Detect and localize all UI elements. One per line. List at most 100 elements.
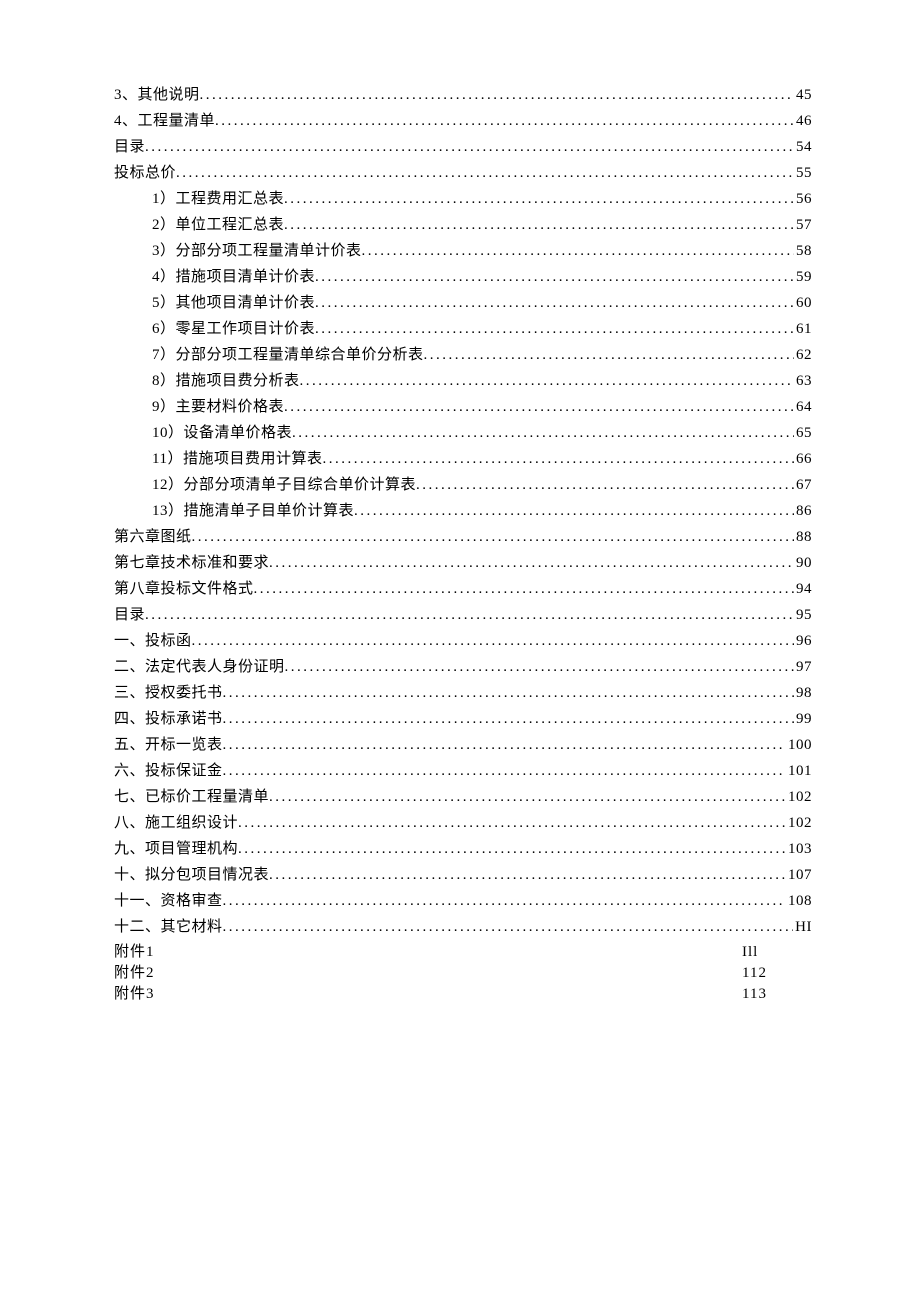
toc-entry: 11）措施项目费用计算表66: [114, 446, 812, 472]
toc-leader-dots: [416, 472, 794, 498]
toc-title: 目录: [114, 602, 145, 628]
attachments-block: 附件1Ill附件2 112附件3113: [114, 942, 812, 1005]
toc-leader-dots: [223, 732, 786, 758]
toc-leader-dots: [284, 186, 794, 212]
toc-title: 6）零星工作项目计价表: [152, 316, 315, 342]
toc-leader-dots: [315, 316, 794, 342]
toc-page-number: 60: [794, 290, 812, 316]
toc-entry: 3、其他说明 45: [114, 82, 812, 108]
toc-title: 三、授权委托书: [114, 680, 223, 706]
toc-page-number: 57: [794, 212, 812, 238]
toc-title: 七、已标价工程量清单: [114, 784, 269, 810]
toc-entry: 1）工程费用汇总表56: [114, 186, 812, 212]
toc-title: 9）主要材料价格表: [152, 394, 284, 420]
toc-leader-dots: [145, 602, 794, 628]
toc-leader-dots: [269, 862, 786, 888]
toc-title: 4）措施项目清单计价表: [152, 264, 315, 290]
toc-leader-dots: [223, 914, 794, 940]
toc-page-number: 62: [794, 342, 812, 368]
toc-title: 目录: [114, 134, 145, 160]
toc-entry: 第七章技术标准和要求 90: [114, 550, 812, 576]
toc-page-number: HI: [793, 914, 812, 940]
toc-page-number: 64: [794, 394, 812, 420]
attachment-page-number: Ill: [742, 942, 812, 963]
toc-leader-dots: [223, 888, 786, 914]
toc-title: 十一、资格审查: [114, 888, 223, 914]
toc-leader-dots: [362, 238, 794, 264]
toc-page-number: 67: [794, 472, 812, 498]
toc-page-number: 59: [794, 264, 812, 290]
toc-entry: 二、法定代表人身份证明97: [114, 654, 812, 680]
toc-entry: 5）其他项目清单计价表 60: [114, 290, 812, 316]
toc-leader-dots: [424, 342, 794, 368]
toc-entry: 8）措施项目费分析表 63: [114, 368, 812, 394]
toc-entry: 四、投标承诺书99: [114, 706, 812, 732]
attachment-page-number: 112: [742, 963, 812, 984]
toc-page-number: 63: [794, 368, 812, 394]
document-page: 3、其他说明454、工程量清单46目录54投标总价551）工程费用汇总表562）…: [0, 0, 920, 1301]
toc-leader-dots: [322, 446, 794, 472]
toc-entry: 3）分部分项工程量清单计价表58: [114, 238, 812, 264]
toc-entry: 10）设备清单价格表65: [114, 420, 812, 446]
attachment-label: 附件3: [114, 984, 155, 1005]
toc-leader-dots: [285, 654, 794, 680]
toc-entry: 7）分部分项工程量清单综合单价分析表 62: [114, 342, 812, 368]
toc-leader-dots: [223, 758, 786, 784]
toc-leader-dots: [269, 550, 794, 576]
toc-entry: 第八章投标文件格式 94: [114, 576, 812, 602]
toc-title: 8）措施项目费分析表: [152, 368, 300, 394]
toc-page-number: 102: [786, 810, 812, 836]
toc-leader-dots: [300, 368, 794, 394]
toc-leader-dots: [284, 394, 794, 420]
toc-page-number: 58: [794, 238, 812, 264]
toc-leader-dots: [254, 576, 794, 602]
toc-title: 第七章技术标准和要求: [114, 550, 269, 576]
toc-leader-dots: [200, 82, 794, 108]
toc-leader-dots: [315, 290, 794, 316]
toc-title: 四、投标承诺书: [114, 706, 223, 732]
toc-leader-dots: [269, 784, 786, 810]
toc-page-number: 45: [794, 82, 812, 108]
toc-page-number: 55: [794, 160, 812, 186]
toc-page-number: 100: [786, 732, 812, 758]
toc-entry: 4）措施项目清单计价表 59: [114, 264, 812, 290]
toc-leader-dots: [315, 264, 794, 290]
attachment-label: 附件2: [114, 963, 155, 984]
toc-entry: 投标总价55: [114, 160, 812, 186]
toc-entry: 13）措施清单子目单价计算表 86: [114, 498, 812, 524]
toc-leader-dots: [238, 810, 786, 836]
toc-page-number: 56: [794, 186, 812, 212]
toc-entry: 八、施工组织设计102: [114, 810, 812, 836]
toc-title: 5）其他项目清单计价表: [152, 290, 315, 316]
toc-title: 十、拟分包项目情况表: [114, 862, 269, 888]
toc-page-number: 98: [794, 680, 812, 706]
toc-title: 13）措施清单子目单价计算表: [152, 498, 354, 524]
toc-entry: 目录54: [114, 134, 812, 160]
toc-page-number: 66: [794, 446, 812, 472]
table-of-contents: 3、其他说明454、工程量清单46目录54投标总价551）工程费用汇总表562）…: [114, 82, 812, 940]
toc-title: 一、投标函: [114, 628, 192, 654]
toc-entry: 一、投标函96: [114, 628, 812, 654]
toc-leader-dots: [215, 108, 794, 134]
toc-leader-dots: [284, 212, 794, 238]
toc-entry: 五、开标一览表100: [114, 732, 812, 758]
toc-title: 第八章投标文件格式: [114, 576, 254, 602]
toc-page-number: 86: [794, 498, 812, 524]
toc-page-number: 94: [794, 576, 812, 602]
toc-leader-dots: [192, 524, 794, 550]
attachment-entry: 附件1Ill: [114, 942, 812, 963]
toc-page-number: 61: [794, 316, 812, 342]
toc-entry: 第六章图纸88: [114, 524, 812, 550]
toc-page-number: 90: [794, 550, 812, 576]
toc-title: 十二、其它材料: [114, 914, 223, 940]
toc-entry: 6）零星工作项目计价表 61: [114, 316, 812, 342]
toc-leader-dots: [192, 628, 794, 654]
toc-title: 7）分部分项工程量清单综合单价分析表: [152, 342, 424, 368]
toc-leader-dots: [238, 836, 786, 862]
toc-entry: 目录95: [114, 602, 812, 628]
toc-title: 3、其他说明: [114, 82, 200, 108]
toc-entry: 2）单位工程汇总表57: [114, 212, 812, 238]
attachment-entry: 附件3113: [114, 984, 812, 1005]
toc-page-number: 101: [786, 758, 812, 784]
toc-page-number: 88: [794, 524, 812, 550]
